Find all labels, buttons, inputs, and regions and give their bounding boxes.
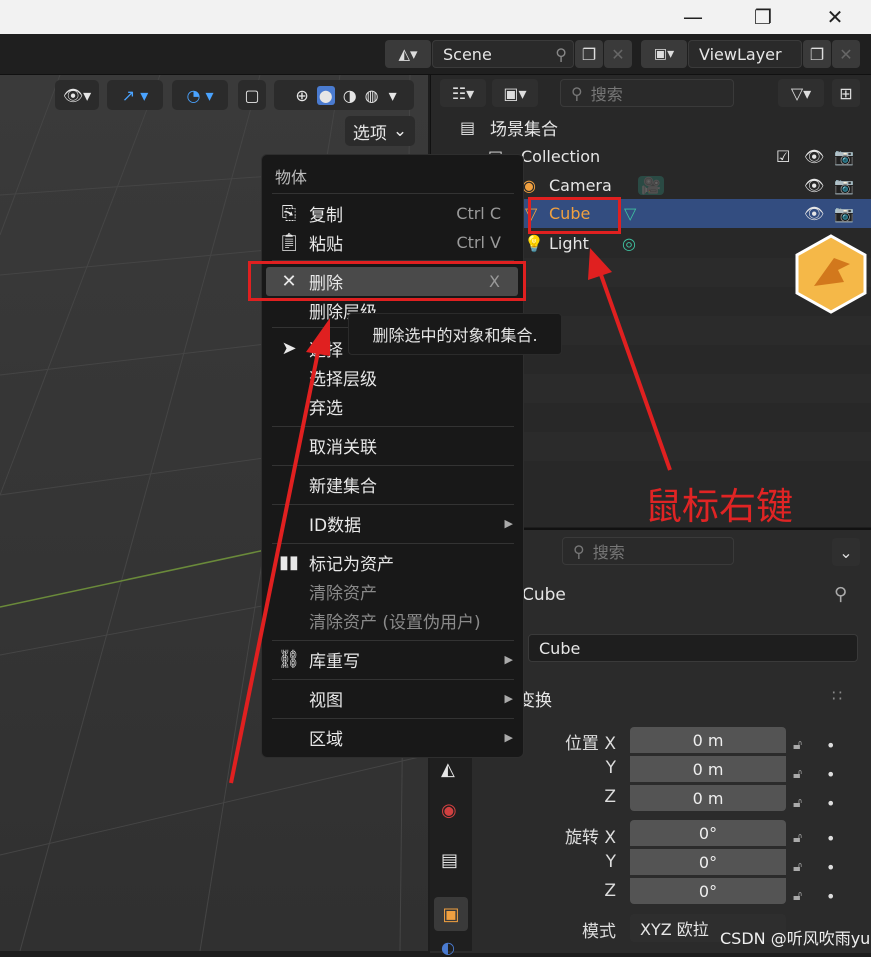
annotation-label: 鼠标右键: [645, 485, 793, 528]
arrow-head-icon: [306, 318, 330, 356]
watermark-text: CSDN @听风吹雨yu: [720, 929, 871, 948]
arrow-head-icon: [588, 248, 612, 280]
